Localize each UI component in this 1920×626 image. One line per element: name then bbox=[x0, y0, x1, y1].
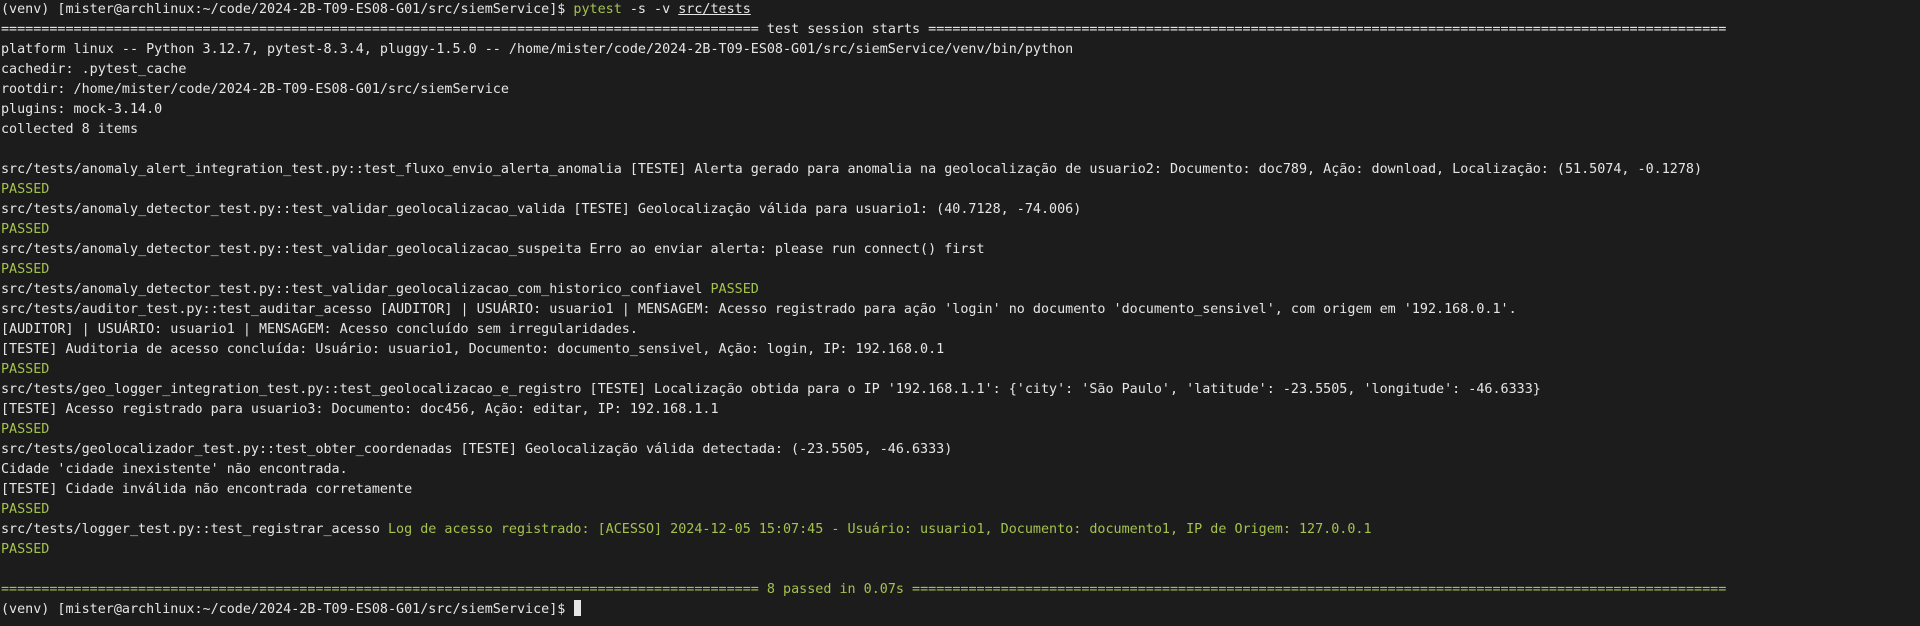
test-output-line: src/tests/anomaly_alert_integration_test… bbox=[1, 162, 1703, 177]
test-output-line: [TESTE] Auditoria de acesso concluída: U… bbox=[1, 342, 945, 357]
plugins-info: plugins: mock-3.14.0 bbox=[1, 102, 163, 117]
rootdir-info: rootdir: /home/mister/code/2024-2B-T09-E… bbox=[1, 82, 509, 97]
test-output-line: src/tests/anomaly_detector_test.py::test… bbox=[1, 280, 1920, 300]
command-args: -s -v bbox=[629, 2, 671, 17]
shell-prompt: (venv) [mister@archlinux:~/code/2024-2B-… bbox=[1, 2, 566, 17]
test-output-line: src/tests/logger_test.py::test_registrar… bbox=[1, 520, 1920, 540]
test-status-passed: PASSED bbox=[1, 422, 50, 437]
footer-rule-right: ========================================… bbox=[912, 582, 1727, 597]
command-program: pytest bbox=[573, 2, 622, 17]
test-output-line: Cidade 'cidade inexistente' não encontra… bbox=[1, 462, 348, 477]
collected-info: collected 8 items bbox=[1, 122, 139, 137]
test-name: src/tests/anomaly_detector_test.py::test… bbox=[1, 282, 711, 297]
test-status-passed: PASSED bbox=[710, 282, 759, 297]
input-line[interactable]: (venv) [mister@archlinux:~/code/2024-2B-… bbox=[1, 600, 1920, 620]
platform-info: platform linux -- Python 3.12.7, pytest-… bbox=[1, 42, 1074, 57]
test-output-line: src/tests/anomaly_detector_test.py::test… bbox=[1, 202, 1082, 217]
footer-rule-left: ========================================… bbox=[1, 582, 759, 597]
test-status-passed: PASSED bbox=[1, 262, 50, 277]
header-rule-right: ========================================… bbox=[928, 22, 1727, 37]
summary-text: 8 passed in 0.07s bbox=[758, 582, 913, 597]
test-output-line: src/tests/anomaly_detector_test.py::test… bbox=[1, 242, 985, 257]
session-header: ========================================… bbox=[1, 20, 1920, 40]
header-text: test session starts bbox=[758, 22, 929, 37]
cachedir-info: cachedir: .pytest_cache bbox=[1, 62, 187, 77]
test-status-passed: PASSED bbox=[1, 182, 50, 197]
command-line: (venv) [mister@archlinux:~/code/2024-2B-… bbox=[1, 0, 1920, 20]
test-output-line: [TESTE] Cidade inválida não encontrada c… bbox=[1, 482, 413, 497]
session-summary: ========================================… bbox=[1, 580, 1920, 600]
test-output-line: src/tests/auditor_test.py::test_auditar_… bbox=[1, 302, 1517, 317]
test-status-passed: PASSED bbox=[1, 362, 50, 377]
shell-prompt: (venv) [mister@archlinux:~/code/2024-2B-… bbox=[1, 602, 566, 617]
test-status-passed: PASSED bbox=[1, 222, 50, 237]
test-output-line: [AUDITOR] | USUÁRIO: usuario1 | MENSAGEM… bbox=[1, 322, 638, 337]
terminal-window[interactable]: (venv) [mister@archlinux:~/code/2024-2B-… bbox=[0, 0, 1920, 626]
header-rule-left: ========================================… bbox=[1, 22, 759, 37]
test-status-passed: PASSED bbox=[1, 542, 50, 557]
test-output-line: src/tests/geolocalizador_test.py::test_o… bbox=[1, 442, 953, 457]
test-output-line: [TESTE] Acesso registrado para usuario3:… bbox=[1, 402, 719, 417]
test-log-message: Log de acesso registrado: [ACESSO] 2024-… bbox=[387, 522, 1372, 537]
text-cursor[interactable] bbox=[574, 600, 582, 616]
test-output-line: src/tests/geo_logger_integration_test.py… bbox=[1, 382, 1541, 397]
command-path: src/tests bbox=[678, 2, 751, 17]
test-status-passed: PASSED bbox=[1, 502, 50, 517]
test-name: src/tests/logger_test.py::test_registrar… bbox=[1, 522, 388, 537]
